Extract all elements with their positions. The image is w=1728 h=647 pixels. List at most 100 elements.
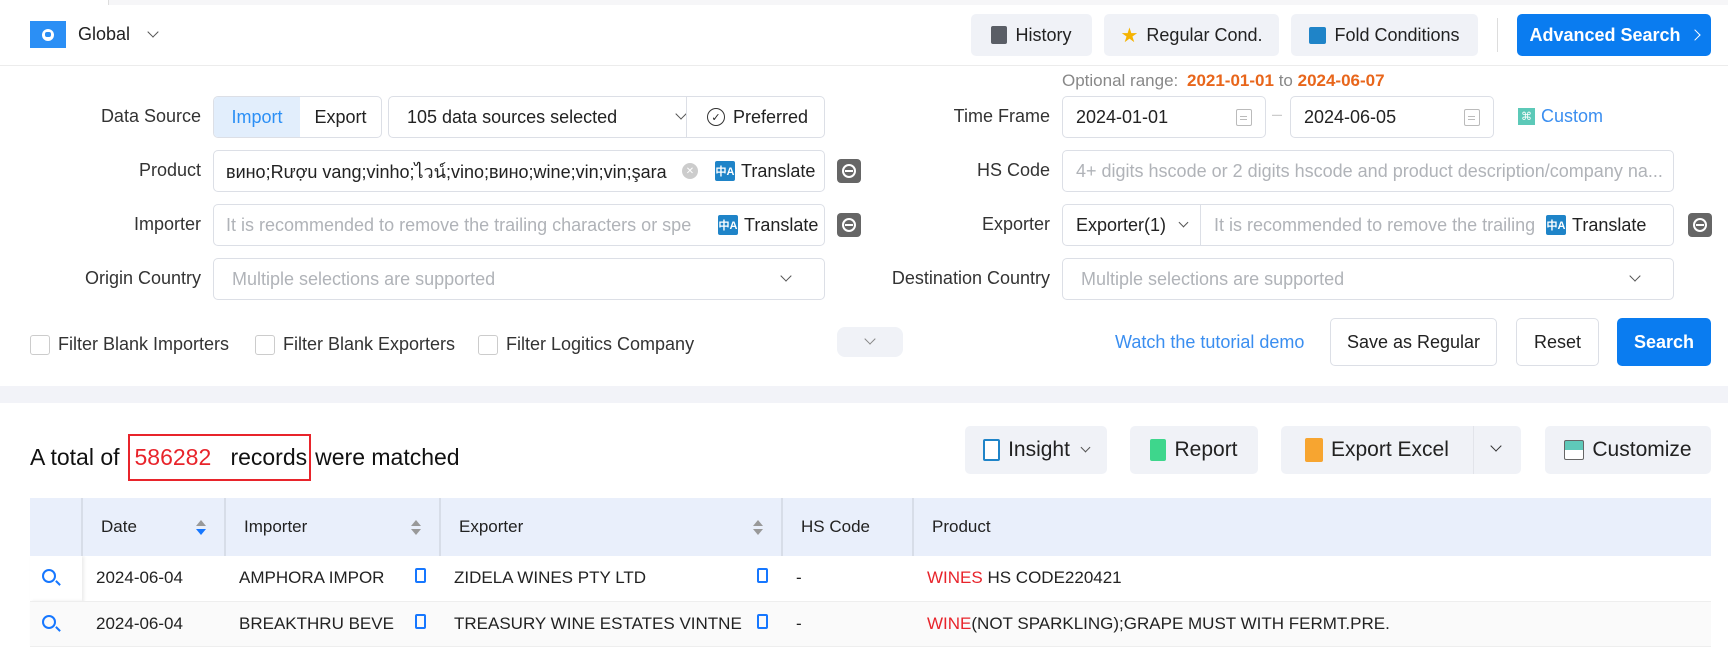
- translate-label: Translate: [1572, 214, 1647, 235]
- filter-blank-exporters[interactable]: Filter Blank Exporters: [255, 334, 455, 355]
- importer-input[interactable]: It is recommended to remove the trailing…: [213, 204, 825, 246]
- time-frame-label: Time Frame: [953, 106, 1050, 126]
- hs-code-input[interactable]: 4+ digits hscode or 2 digits hscode and …: [1062, 150, 1674, 192]
- region-label: Global: [78, 24, 131, 44]
- report-icon: [1150, 439, 1167, 461]
- chevron-right-icon: [1688, 29, 1701, 41]
- report-button[interactable]: Report: [1130, 426, 1258, 474]
- data-sources-select[interactable]: 105 data sources selected ✓ Preferred: [388, 96, 825, 138]
- table-row: 2024-06-04 BREAKTHRU BEVE TREASURY WINE …: [30, 601, 1711, 647]
- cell-importer[interactable]: BREAKTHRU BEVE: [225, 601, 440, 647]
- product-value: вино;Rượu vang;vinho;ไวน์;vino;вино;wine…: [226, 161, 667, 182]
- exporter-placeholder[interactable]: It is recommended to remove the trailing: [1214, 215, 1544, 236]
- chevron-down-icon: [1178, 217, 1189, 227]
- start-date-value: 2024-01-01: [1076, 106, 1169, 127]
- hs-code-placeholder: 4+ digits hscode or 2 digits hscode and …: [1076, 160, 1663, 181]
- tab-export[interactable]: Export: [300, 107, 381, 128]
- fold-conditions-button[interactable]: Fold Conditions: [1291, 14, 1478, 56]
- customize-button[interactable]: Customize: [1545, 426, 1711, 474]
- preferred-button[interactable]: ✓ Preferred: [707, 107, 808, 128]
- search-button[interactable]: Search: [1617, 318, 1711, 366]
- globe-icon[interactable]: [30, 21, 66, 48]
- reset-button[interactable]: Reset: [1516, 318, 1599, 366]
- end-date-input[interactable]: 2024-06-05: [1290, 96, 1494, 138]
- advanced-search-button[interactable]: Advanced Search: [1517, 14, 1711, 56]
- column-header-date[interactable]: Date: [81, 498, 225, 556]
- chevron-down-icon: [1629, 270, 1641, 282]
- translate-button[interactable]: 中A Translate: [715, 161, 815, 182]
- sort-icon[interactable]: [411, 520, 421, 536]
- star-icon: ★: [1120, 24, 1139, 47]
- filter-blank-importers[interactable]: Filter Blank Importers: [30, 334, 229, 355]
- history-button[interactable]: History: [971, 14, 1092, 56]
- importer-name: AMPHORA IMPOR: [239, 568, 385, 588]
- export-excel-button[interactable]: Export Excel: [1281, 426, 1521, 474]
- regular-cond-button[interactable]: ★ Regular Cond.: [1104, 14, 1279, 56]
- translate-button[interactable]: 中A Translate: [1546, 215, 1646, 236]
- search-detail-icon[interactable]: [1688, 213, 1712, 237]
- calendar-icon: [1236, 108, 1252, 126]
- filter-label: Filter Logitics Company: [506, 334, 695, 354]
- product-input[interactable]: вино;Rượu vang;vinho;ไวน์;vino;вино;wine…: [213, 150, 825, 192]
- clear-icon[interactable]: ✕: [682, 163, 698, 179]
- column-header-hs-code: HS Code: [781, 498, 913, 556]
- view-detail-icon[interactable]: [42, 569, 56, 584]
- origin-country-select[interactable]: Multiple selections are supported: [213, 258, 825, 300]
- tab-import[interactable]: Import: [214, 97, 300, 137]
- search-detail-icon[interactable]: [837, 159, 861, 183]
- translate-icon: 中A: [718, 215, 738, 235]
- divider: [686, 97, 687, 137]
- search-detail-icon[interactable]: [837, 213, 861, 237]
- divider: [1497, 18, 1498, 52]
- importer-name: BREAKTHRU BEVE: [239, 613, 394, 633]
- sort-icon[interactable]: [196, 520, 206, 536]
- cell-exporter[interactable]: ZIDELA WINES PTY LTD: [440, 556, 782, 602]
- column-header-exporter[interactable]: Exporter: [439, 498, 782, 556]
- custom-label: Custom: [1541, 106, 1604, 126]
- product-keyword: WINES: [927, 568, 983, 588]
- section-divider: [0, 386, 1728, 403]
- region-selector[interactable]: Global: [78, 24, 159, 45]
- start-date-input[interactable]: 2024-01-01: [1062, 96, 1266, 138]
- end-date-value: 2024-06-05: [1304, 106, 1397, 127]
- results-table: Date Importer Exporter HS Code Product 2…: [30, 498, 1711, 647]
- date-separator: –: [1272, 104, 1283, 124]
- fold-conditions-label: Fold Conditions: [1334, 24, 1460, 45]
- filter-logistics-company[interactable]: Filter Logitics Company: [478, 334, 694, 355]
- exporter-name: ZIDELA WINES PTY LTD: [454, 568, 647, 588]
- checkbox[interactable]: [255, 334, 275, 355]
- columns-icon: [1564, 440, 1585, 460]
- table-row: 2024-06-04 AMPHORA IMPOR ZIDELA WINES PT…: [30, 556, 1711, 602]
- report-label: Report: [1174, 438, 1238, 461]
- copy-icon[interactable]: [757, 568, 768, 584]
- cell-exporter[interactable]: TREASURY WINE ESTATES VINTNE: [440, 601, 782, 647]
- expand-more-button[interactable]: [837, 327, 903, 357]
- sort-icon[interactable]: [753, 520, 763, 536]
- copy-icon[interactable]: [415, 613, 426, 629]
- tutorial-link[interactable]: Watch the tutorial demo: [1115, 332, 1304, 353]
- custom-button[interactable]: ⌘ Custom: [1518, 106, 1603, 127]
- translate-label: Translate: [744, 214, 819, 235]
- exporter-type-select[interactable]: Exporter(1): [1076, 215, 1180, 236]
- insight-button[interactable]: Insight: [965, 426, 1107, 474]
- filter-label: Filter Blank Importers: [58, 334, 230, 354]
- insight-label: Insight: [1008, 438, 1070, 461]
- view-detail-icon[interactable]: [42, 614, 56, 629]
- chevron-down-icon[interactable]: [1490, 440, 1502, 452]
- cell-product: WINE(NOT SPARKLING);GRAPE MUST WITH FERM…: [913, 601, 1711, 647]
- regular-cond-label: Regular Cond.: [1146, 24, 1263, 45]
- cell-hs-code: -: [782, 601, 913, 647]
- translate-button[interactable]: 中A Translate: [718, 215, 818, 236]
- copy-icon[interactable]: [757, 613, 768, 629]
- destination-country-select[interactable]: Multiple selections are supported: [1062, 258, 1674, 300]
- history-label: History: [1015, 24, 1072, 45]
- copy-icon[interactable]: [415, 568, 426, 584]
- product-keyword: WINE: [927, 613, 972, 633]
- checkbox[interactable]: [478, 334, 498, 355]
- column-header-importer[interactable]: Importer: [224, 498, 440, 556]
- origin-country-label: Origin Country: [84, 268, 201, 288]
- cell-importer[interactable]: AMPHORA IMPOR: [225, 556, 440, 602]
- checkbox[interactable]: [30, 334, 50, 355]
- save-as-regular-button[interactable]: Save as Regular: [1330, 318, 1497, 366]
- import-export-toggle: Import Export: [213, 96, 382, 138]
